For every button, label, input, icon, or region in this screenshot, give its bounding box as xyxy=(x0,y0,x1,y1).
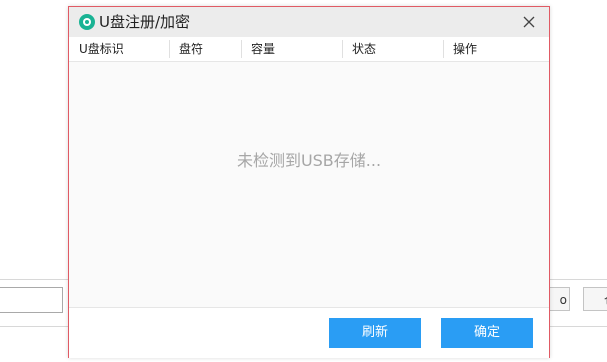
background-button-far[interactable]: 仓 xyxy=(583,287,607,311)
ok-button[interactable]: 确定 xyxy=(441,318,533,348)
close-button[interactable] xyxy=(517,11,541,33)
column-header-usb-id[interactable]: U盘标识 xyxy=(69,37,169,61)
app-logo-icon xyxy=(79,14,95,30)
table-header: U盘标识 盘符 容量 状态 操作 xyxy=(69,37,549,62)
column-header-action[interactable]: 操作 xyxy=(443,37,549,61)
empty-list-message: 未检测到USB存储... xyxy=(236,151,382,170)
background-button[interactable]: o xyxy=(548,287,570,311)
title-bar: U盘注册/加密 xyxy=(69,7,549,37)
dialog-footer: 刷新 确定 xyxy=(69,307,549,358)
dialog-title: U盘注册/加密 xyxy=(99,13,191,31)
column-header-status[interactable]: 状态 xyxy=(342,37,442,61)
usb-register-dialog: U盘注册/加密 U盘标识 盘符 容量 状态 操作 未检测到USB存储... 刷新… xyxy=(68,6,550,358)
refresh-button[interactable]: 刷新 xyxy=(329,318,421,348)
background-input[interactable] xyxy=(0,287,63,313)
column-header-drive-letter[interactable]: 盘符 xyxy=(169,37,241,61)
column-header-capacity[interactable]: 容量 xyxy=(241,37,341,61)
close-icon xyxy=(523,16,535,28)
